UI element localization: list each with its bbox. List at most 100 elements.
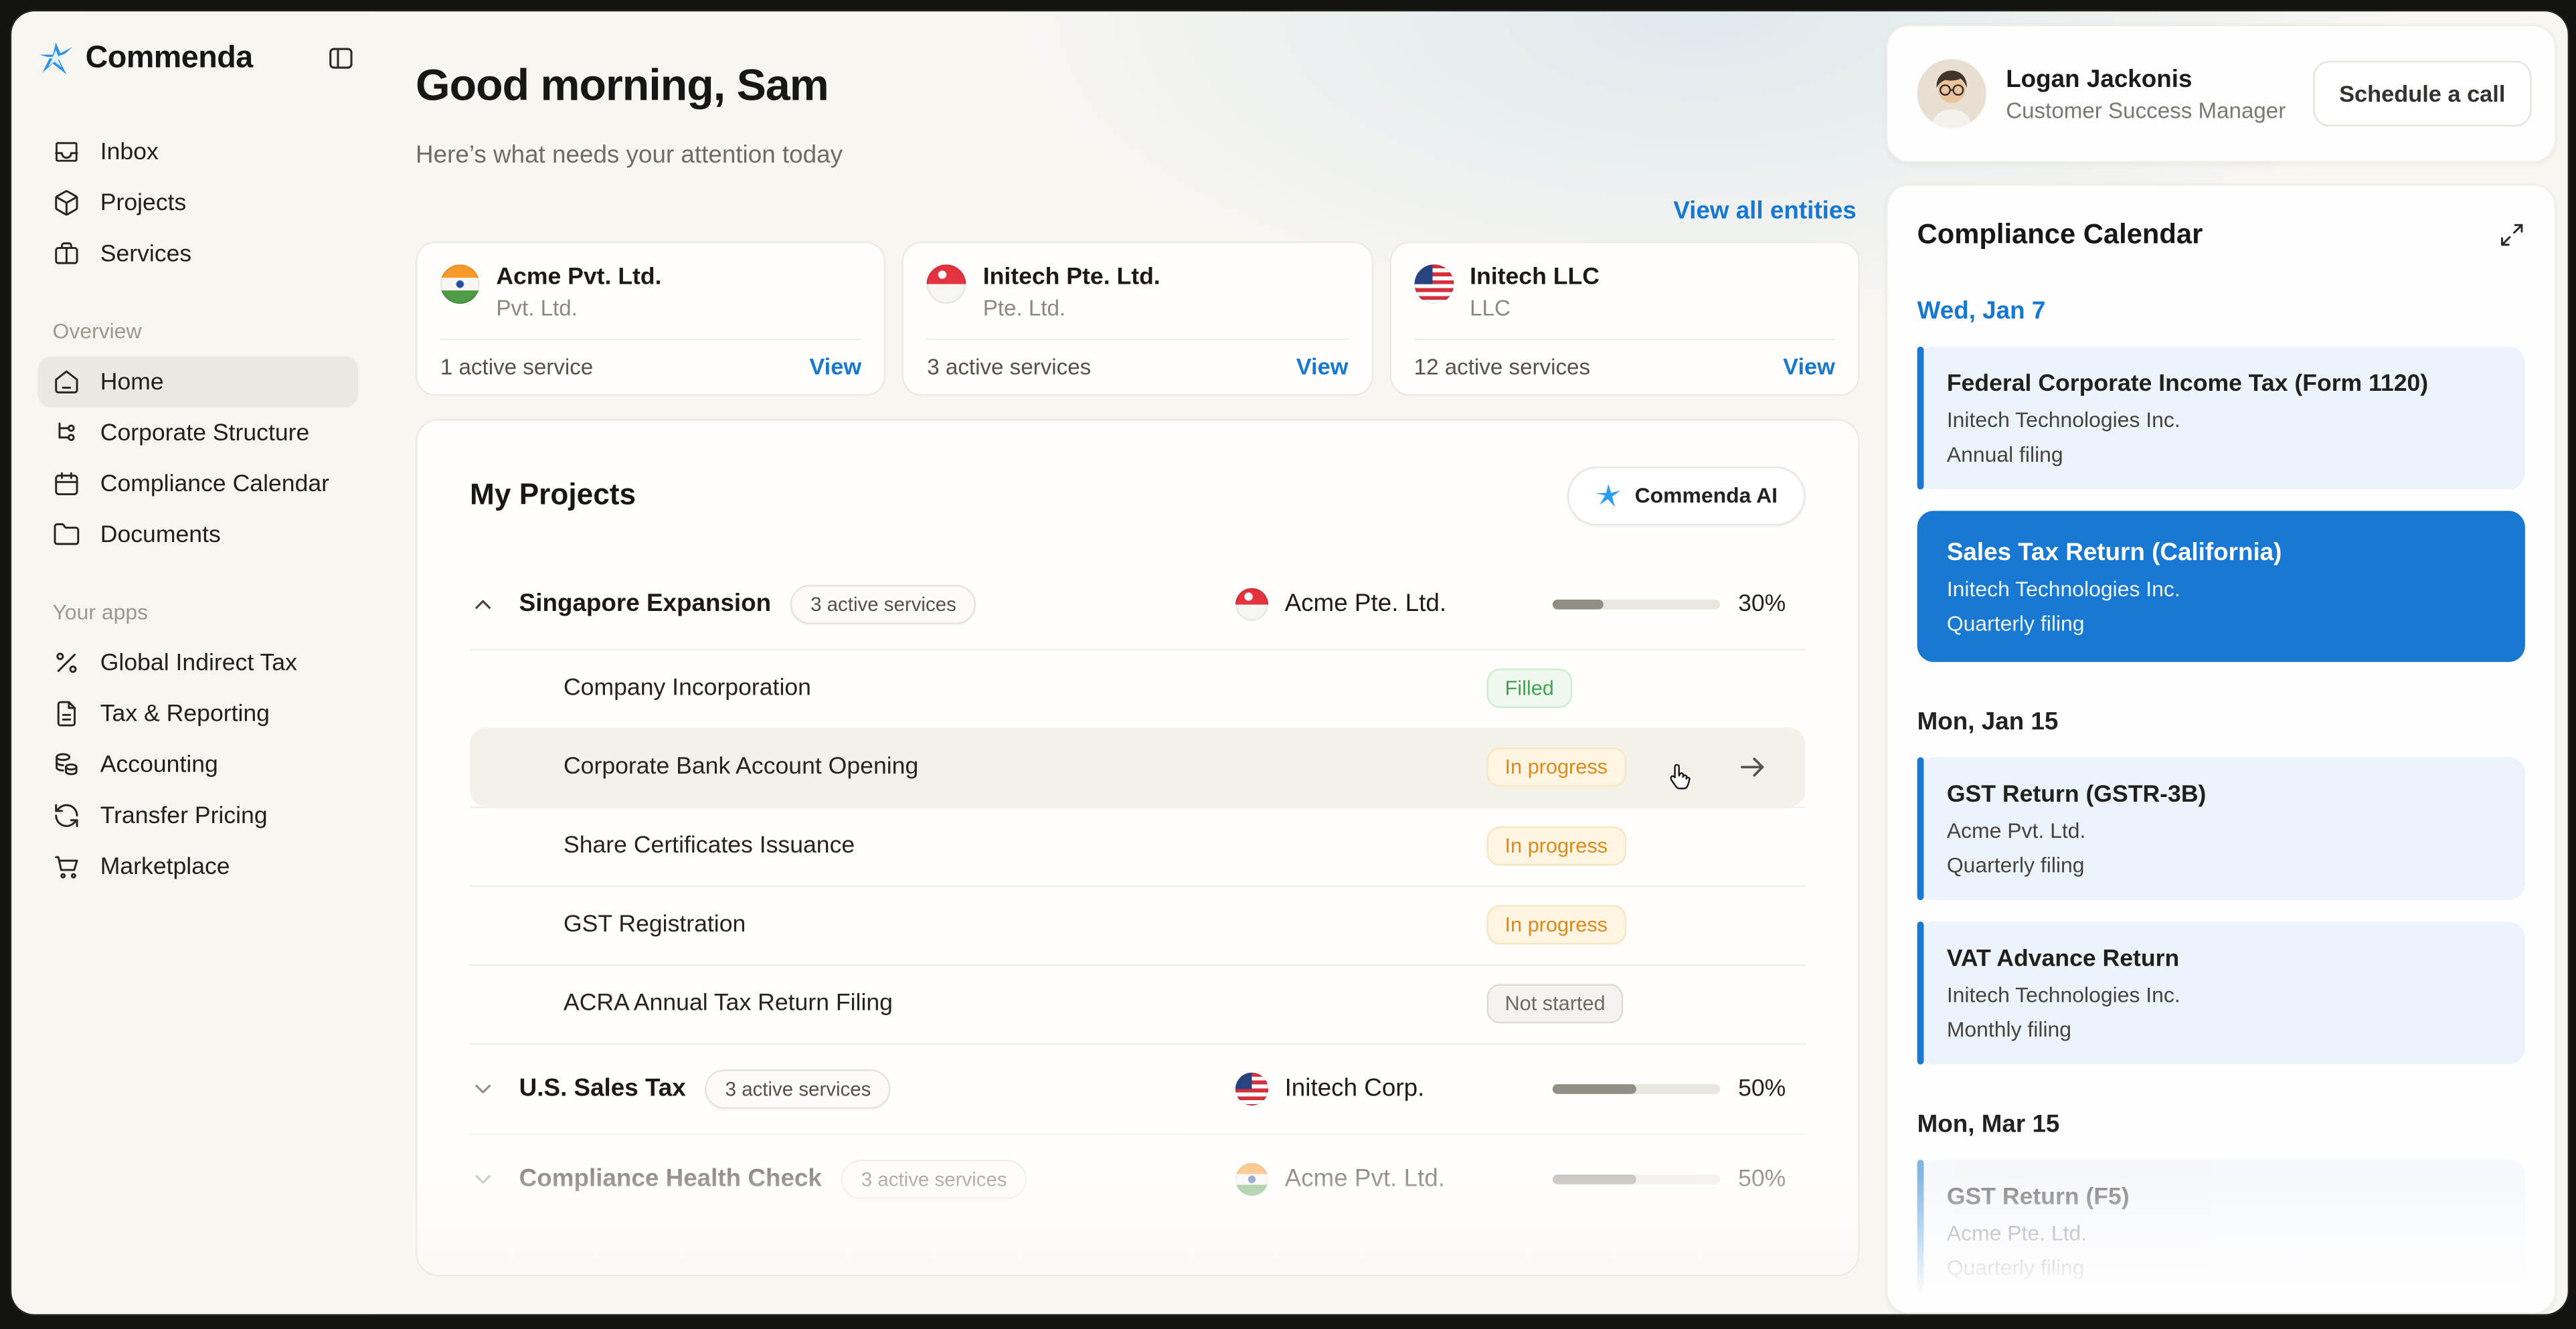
page-subtitle: Here’s what needs your attention today: [416, 141, 843, 170]
sidebar-item-transfer-pricing[interactable]: Transfer Pricing: [37, 790, 358, 841]
sidebar-item-label: Compliance Calendar: [100, 470, 330, 497]
sidebar-item-projects[interactable]: Projects: [37, 177, 358, 228]
entity-type: Pte. Ltd.: [982, 296, 1066, 321]
india-flag-icon: [1235, 1162, 1269, 1196]
home-icon: [53, 368, 81, 396]
active-services-badge: 3 active services: [790, 584, 976, 624]
status-badge: In progress: [1486, 826, 1626, 867]
entity-card-initech-pte[interactable]: Initech Pte. Ltd. Pte. Ltd. 3 active ser…: [902, 242, 1373, 396]
view-all-entities-link[interactable]: View all entities: [1673, 197, 1857, 226]
org-tree-icon: [53, 419, 81, 447]
calendar-item-entity: Acme Pvt. Ltd.: [1946, 818, 2086, 843]
sidebar-item-corporate-structure[interactable]: Corporate Structure: [37, 408, 358, 458]
overview-nav: Home Corporate Structure Compliance Cale…: [37, 356, 359, 560]
calendar-item-gst-return-f5[interactable]: GST Return (F5) Acme Pte. Ltd. Quarterly…: [1917, 1160, 2525, 1303]
entity-name: Initech LLC: [1470, 264, 1600, 291]
task-row-corporate-bank-account-opening[interactable]: Corporate Bank Account Opening In progre…: [470, 727, 1806, 807]
sidebar-item-documents[interactable]: Documents: [37, 509, 358, 560]
project-group-us-sales-tax[interactable]: U.S. Sales Tax 3 active services Initech…: [470, 1043, 1806, 1134]
calendar-date: Wed, Jan 7: [1917, 297, 2046, 326]
sidebar-item-accounting[interactable]: Accounting: [37, 739, 358, 790]
calendar-item-vat-advance-return[interactable]: VAT Advance Return Initech Technologies …: [1917, 921, 2525, 1065]
project-group-singapore-expansion[interactable]: Singapore Expansion 3 active services Ac…: [470, 560, 1806, 649]
main-content: Good morning, Sam Here’s what needs your…: [375, 11, 1883, 1314]
sidebar-toggle-icon[interactable]: [327, 44, 355, 72]
calendar-item-entity: Initech Technologies Inc.: [1946, 576, 2180, 602]
sidebar-item-label: Tax & Reporting: [100, 700, 270, 727]
project-group-compliance-health-check[interactable]: Compliance Health Check 3 active service…: [470, 1133, 1806, 1224]
sidebar: Commenda Inbox Projects Services Overvie…: [11, 11, 375, 1314]
sidebar-item-label: Projects: [100, 189, 187, 216]
sidebar-item-global-indirect-tax[interactable]: Global Indirect Tax: [37, 637, 358, 688]
chevron-down-icon[interactable]: [470, 1166, 509, 1192]
task-row-share-certificates-issuance[interactable]: Share Certificates Issuance In progress: [470, 806, 1806, 885]
sidebar-item-services[interactable]: Services: [37, 228, 358, 279]
coins-icon: [53, 751, 81, 779]
view-entity-link[interactable]: View: [1296, 353, 1349, 379]
calendar-item-frequency: Quarterly filing: [1946, 611, 2085, 636]
active-services-count: 3 active services: [927, 354, 1092, 379]
avatar: [1917, 59, 1986, 128]
progress-fill: [1552, 599, 1603, 610]
calendar-item-form-1120[interactable]: Federal Corporate Income Tax (Form 1120)…: [1917, 346, 2525, 490]
task-name: GST Registration: [563, 912, 746, 939]
chevron-down-icon[interactable]: [470, 1076, 509, 1102]
sidebar-item-marketplace[interactable]: Marketplace: [37, 841, 358, 892]
entity-name: Acme Pvt. Ltd.: [496, 264, 662, 291]
calendar-item-title: VAT Advance Return: [1946, 946, 2180, 973]
entity-card-acme-pvt[interactable]: Acme Pvt. Ltd. Pvt. Ltd. 1 active servic…: [416, 242, 886, 396]
task-row-acra-annual-tax-return[interactable]: ACRA Annual Tax Return Filing Not starte…: [470, 964, 1806, 1043]
ai-spark-icon: [1596, 482, 1622, 508]
overview-section-label: Overview: [52, 319, 142, 344]
calendar-item-title: Federal Corporate Income Tax (Form 1120): [1946, 371, 2429, 398]
entity-name: Initech Pte. Ltd.: [982, 264, 1161, 291]
active-services-badge: 3 active services: [841, 1159, 1027, 1199]
task-row-gst-registration[interactable]: GST Registration In progress: [470, 885, 1806, 964]
ai-button-label: Commenda AI: [1634, 482, 1778, 508]
entity-type: Pvt. Ltd.: [496, 296, 578, 321]
calendar-date: Mon, Jan 15: [1917, 707, 2059, 736]
schedule-call-button[interactable]: Schedule a call: [2312, 60, 2532, 127]
advisor-role: Customer Success Manager: [2006, 98, 2286, 122]
calendar-icon: [53, 470, 81, 498]
sidebar-item-inbox[interactable]: Inbox: [37, 126, 358, 177]
logo-text: Commenda: [85, 41, 254, 76]
entity-card-initech-llc[interactable]: Initech LLC LLC 12 active services View: [1389, 242, 1860, 396]
task-name: Corporate Bank Account Opening: [563, 754, 919, 782]
sidebar-item-label: Global Indirect Tax: [100, 649, 297, 677]
expand-icon[interactable]: [2499, 222, 2525, 248]
apps-section-label: Your apps: [52, 599, 149, 624]
calendar-item-gstr-3b[interactable]: GST Return (GSTR-3B) Acme Pvt. Ltd. Quar…: [1917, 757, 2525, 901]
sidebar-item-label: Marketplace: [100, 853, 230, 880]
sidebar-item-label: Inbox: [100, 139, 159, 165]
sidebar-item-compliance-calendar[interactable]: Compliance Calendar: [37, 458, 358, 509]
us-flag-icon: [1235, 1072, 1269, 1105]
sidebar-item-tax-reporting[interactable]: Tax & Reporting: [37, 689, 358, 739]
file-text-icon: [53, 700, 81, 728]
calendar-item-frequency: Quarterly filing: [1946, 852, 2085, 877]
commenda-ai-button[interactable]: Commenda AI: [1567, 465, 1806, 525]
sidebar-item-label: Home: [100, 369, 164, 395]
calendar-item-frequency: Annual filing: [1946, 442, 2063, 467]
cube-icon: [53, 189, 81, 217]
project-entity: Acme Pte. Ltd.: [1284, 590, 1447, 619]
project-name: Singapore Expansion: [519, 590, 772, 619]
progress-bar: [1552, 1083, 1721, 1094]
view-entity-link[interactable]: View: [809, 353, 861, 379]
status-badge: Filled: [1486, 669, 1572, 709]
chevron-up-icon[interactable]: [470, 592, 509, 618]
calendar-item-sales-tax-california[interactable]: Sales Tax Return (California) Initech Te…: [1917, 511, 2525, 662]
us-flag-icon: [1413, 264, 1454, 304]
arrow-right-icon[interactable]: [1737, 751, 1770, 784]
calendar-item-title: Sales Tax Return (California): [1946, 539, 2282, 567]
progress-bar: [1552, 1174, 1721, 1184]
view-entity-link[interactable]: View: [1783, 353, 1835, 379]
sidebar-item-label: Documents: [100, 521, 221, 548]
entity-type: LLC: [1470, 296, 1511, 321]
app-window: Commenda Inbox Projects Services Overvie…: [11, 11, 2568, 1314]
project-name: U.S. Sales Tax: [519, 1075, 686, 1103]
project-name: Compliance Health Check: [519, 1165, 822, 1194]
task-row-company-incorporation[interactable]: Company Incorporation Filled: [470, 648, 1806, 727]
calendar-item-frequency: Monthly filing: [1946, 1016, 2072, 1042]
sidebar-item-home[interactable]: Home: [37, 356, 359, 408]
